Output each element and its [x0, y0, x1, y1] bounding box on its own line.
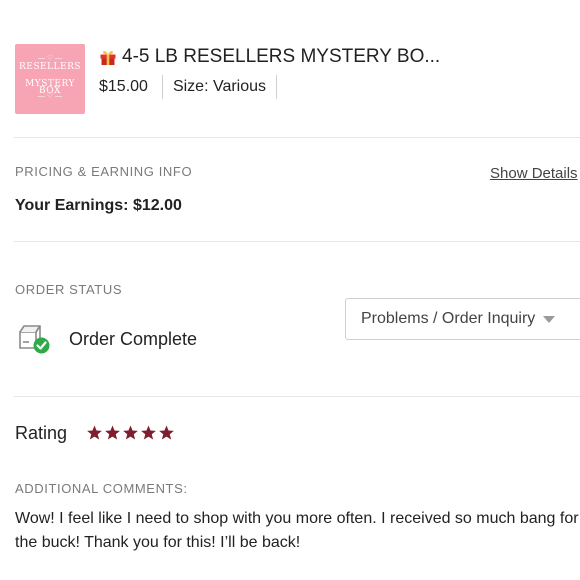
thumbnail-ornament-bottom: — ♡ —: [37, 93, 63, 100]
star-icon: [87, 425, 102, 440]
order-inquiry-label: Problems / Order Inquiry: [361, 310, 536, 327]
rating-row: Rating: [15, 421, 176, 445]
your-earnings: Your Earnings: $12.00: [15, 197, 182, 214]
meta-divider: [276, 75, 278, 99]
star-icon: [123, 425, 138, 440]
product-title: 4-5 LB RESELLERS MYSTERY BO...: [122, 46, 441, 67]
section-divider: [14, 137, 580, 138]
star-rating: [86, 425, 176, 441]
additional-comments-text: Wow! I feel like I need to shop with you…: [15, 510, 579, 551]
pricing-section-label: PRICING & EARNING INFO: [15, 164, 193, 179]
star-icon: [159, 425, 174, 440]
chevron-down-icon: [543, 315, 556, 323]
product-price: $15.00: [99, 78, 148, 95]
order-status-row: Order Complete: [17, 322, 197, 356]
thumbnail-ornament-top: — ♡ —: [37, 55, 63, 62]
show-details-link[interactable]: Show Details: [490, 165, 578, 182]
package-check-icon: [19, 325, 50, 354]
order-status-section-label: ORDER STATUS: [15, 282, 123, 297]
section-divider: [14, 396, 580, 397]
order-status-text: Order Complete: [69, 328, 198, 349]
product-size: Size: Various: [172, 78, 267, 95]
gift-icon: [100, 50, 116, 65]
product-thumbnail[interactable]: — ♡ — RESELLERS · · · · · · · · · · · · …: [15, 44, 85, 114]
thumbnail-text-line1: RESELLERS: [18, 62, 82, 72]
meta-divider: [161, 75, 163, 99]
section-divider: [14, 241, 580, 242]
additional-comments-label: ADDITIONAL COMMENTS:: [15, 481, 188, 496]
product-title-row[interactable]: 4-5 LB RESELLERS MYSTERY BO...: [99, 46, 440, 68]
star-icon: [105, 425, 120, 440]
product-meta-row: $15.00 Size: Various: [99, 74, 278, 100]
order-inquiry-dropdown[interactable]: Problems / Order Inquiry: [345, 298, 580, 340]
star-icon: [141, 425, 156, 440]
rating-label: Rating: [15, 422, 68, 443]
